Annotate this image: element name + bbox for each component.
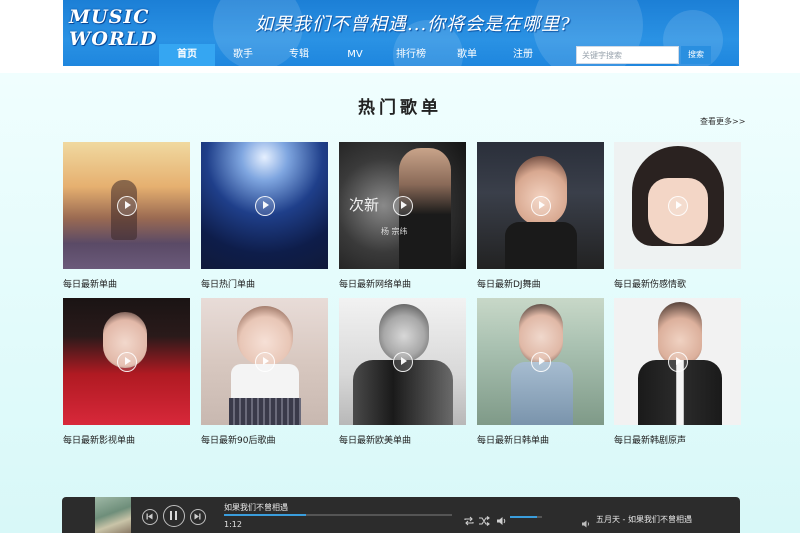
cover-figure <box>229 398 301 425</box>
nav-item-mv[interactable]: MV <box>327 44 383 66</box>
playlist-caption: 每日最新欧美单曲 <box>339 436 412 446</box>
view-more-link[interactable]: 查看更多>> <box>700 116 745 127</box>
playlist-caption: 每日最新日韩单曲 <box>477 436 550 446</box>
playlist-cover[interactable] <box>614 298 741 425</box>
nav-item-playlists[interactable]: 歌单 <box>439 44 495 66</box>
album-thumbnail[interactable] <box>95 497 131 533</box>
logo-line-2: WORLD <box>69 28 158 50</box>
playlist-caption: 每日最新DJ舞曲 <box>477 280 541 290</box>
nav-item-charts[interactable]: 排行榜 <box>383 44 439 66</box>
cover-text: 次新 <box>349 196 380 214</box>
playlist-card[interactable]: 每日最新欧美单曲 <box>339 298 466 446</box>
header-slogan: 如果我们不曾相遇...你将会是在哪里? <box>255 14 571 35</box>
site-header: MUSIC WORLD 如果我们不曾相遇...你将会是在哪里? 首页 歌手 专辑… <box>63 0 739 66</box>
shuffle-icon[interactable] <box>478 511 490 526</box>
play-icon[interactable] <box>116 195 137 216</box>
play-icon[interactable] <box>667 195 688 216</box>
playlist-cover[interactable] <box>614 142 741 269</box>
repeat-icon[interactable] <box>463 511 475 526</box>
section-title: 热门歌单 <box>358 98 442 118</box>
nav-item-singers[interactable]: 歌手 <box>215 44 271 66</box>
previous-icon[interactable] <box>142 509 158 525</box>
playlist-cover[interactable] <box>63 298 190 425</box>
playlist-card[interactable]: 每日最新日韩单曲 <box>477 298 604 446</box>
play-icon[interactable] <box>392 195 413 216</box>
play-icon[interactable] <box>530 351 551 372</box>
pause-icon[interactable] <box>163 505 185 527</box>
playlist-cover[interactable] <box>63 142 190 269</box>
volume-fill <box>510 516 538 518</box>
play-icon[interactable] <box>667 351 688 372</box>
progress-bar[interactable] <box>224 514 452 516</box>
playlist-card[interactable]: 每日最新DJ舞曲 <box>477 142 604 290</box>
play-icon[interactable] <box>254 195 275 216</box>
search-input[interactable] <box>576 46 679 64</box>
main-nav: 首页 歌手 专辑 MV 排行榜 歌单 注册 <box>159 44 551 66</box>
play-icon[interactable] <box>116 351 137 372</box>
now-playing-label: 五月天 - 如果我们不曾相遇 <box>596 515 692 524</box>
song-title: 如果我们不曾相遇 <box>224 503 288 512</box>
cover-subtext: 杨 宗纬 <box>381 227 408 236</box>
volume-slider[interactable] <box>510 516 542 518</box>
play-icon[interactable] <box>254 351 275 372</box>
playlist-cover[interactable] <box>201 298 328 425</box>
playlist-cover[interactable]: 次新 杨 宗纬 <box>339 142 466 269</box>
playlist-caption: 每日最新韩剧原声 <box>614 436 687 446</box>
play-icon[interactable] <box>392 351 413 372</box>
site-logo[interactable]: MUSIC WORLD <box>69 6 161 50</box>
playlist-caption: 每日热门单曲 <box>201 280 256 290</box>
playlist-card[interactable]: 每日最新伤感情歌 <box>614 142 741 290</box>
search-button[interactable]: 搜索 <box>681 46 711 64</box>
playlist-caption: 每日最新伤感情歌 <box>614 280 687 290</box>
playlist-card[interactable]: 每日最新90后歌曲 <box>201 298 328 446</box>
progress-fill <box>224 514 307 516</box>
playlist-cover[interactable] <box>477 298 604 425</box>
playlist-cover[interactable] <box>201 142 328 269</box>
next-icon[interactable] <box>190 509 206 525</box>
playlist-card[interactable]: 每日最新单曲 <box>63 142 190 290</box>
logo-line-1: MUSIC <box>69 6 150 28</box>
current-time: 1:12 <box>224 520 242 529</box>
playlist-cover[interactable] <box>339 298 466 425</box>
speaker-icon <box>581 513 591 528</box>
playlist-caption: 每日最新影视单曲 <box>63 436 136 446</box>
playlist-card[interactable]: 每日最新韩剧原声 <box>614 298 741 446</box>
playlist-caption: 每日最新单曲 <box>63 280 118 290</box>
playlist-caption: 每日最新网络单曲 <box>339 280 412 290</box>
playlist-card[interactable]: 每日热门单曲 <box>201 142 328 290</box>
nav-item-albums[interactable]: 专辑 <box>271 44 327 66</box>
playlist-card[interactable]: 每日最新影视单曲 <box>63 298 190 446</box>
volume-icon[interactable] <box>496 511 508 525</box>
playlist-caption: 每日最新90后歌曲 <box>201 436 276 446</box>
nav-item-home[interactable]: 首页 <box>159 44 215 66</box>
nav-item-register[interactable]: 注册 <box>495 44 551 66</box>
cover-figure <box>515 156 567 226</box>
play-icon[interactable] <box>530 195 551 216</box>
music-player: 如果我们不曾相遇 1:12 五月天 - 如果我们不曾相遇 <box>62 497 740 533</box>
playlist-card[interactable]: 次新 杨 宗纬 每日最新网络单曲 <box>339 142 466 290</box>
playlist-cover[interactable] <box>477 142 604 269</box>
cover-figure <box>505 222 577 269</box>
